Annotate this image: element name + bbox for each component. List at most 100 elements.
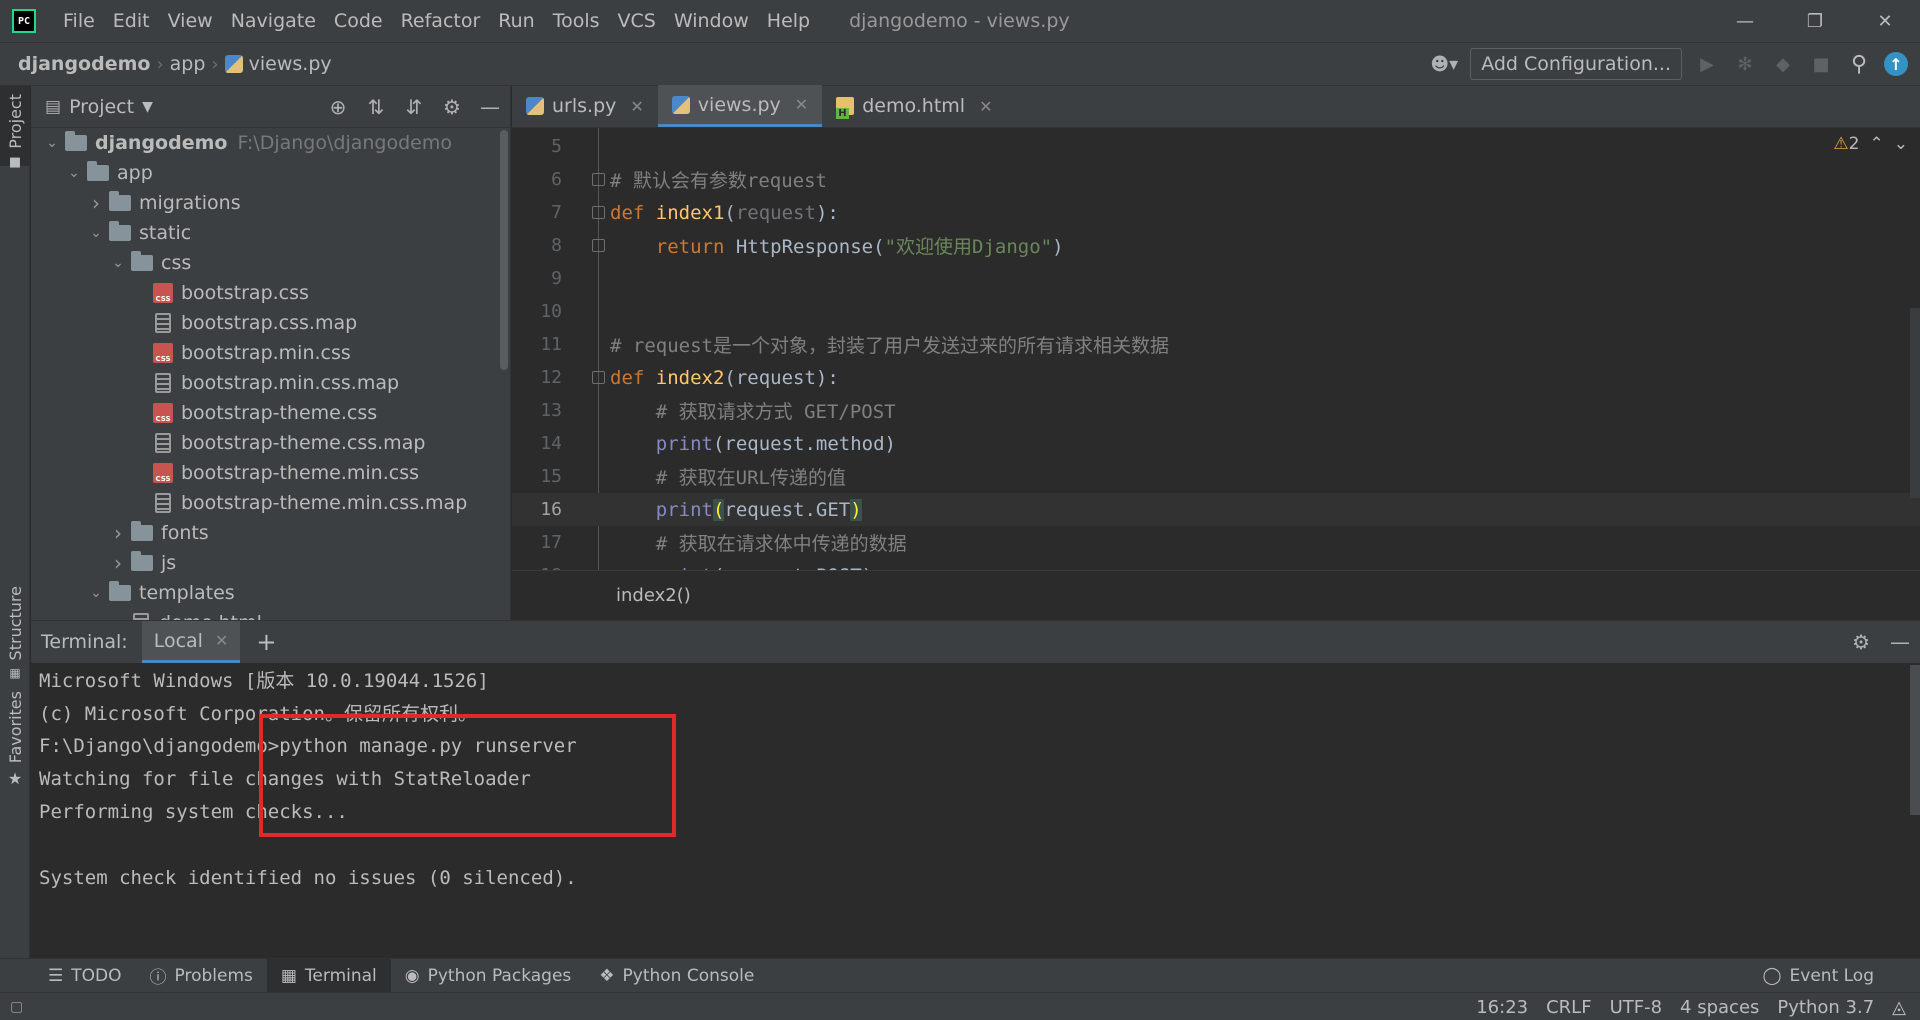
chevron-down-icon[interactable]: ▼	[142, 99, 153, 115]
close-tab-icon[interactable]: ✕	[979, 97, 992, 116]
tree-file[interactable]: bootstrap.css.map	[31, 308, 501, 338]
inspection-widget[interactable]: ⚠2 ⌃ ⌄	[1833, 134, 1908, 154]
hide-panel-icon[interactable]: —	[1890, 630, 1910, 654]
close-icon[interactable]: ✕	[1850, 0, 1920, 42]
chevron-up-icon[interactable]: ⌃	[1870, 134, 1884, 154]
chevron-down-icon[interactable]: ⌄	[61, 165, 87, 181]
tool-tab-project[interactable]: Project ■	[0, 86, 30, 170]
fold-marker-icon[interactable]	[592, 239, 605, 252]
breadcrumb-project[interactable]: djangodemo	[0, 53, 156, 75]
chevron-down-icon[interactable]: ⌄	[1894, 134, 1908, 154]
minimize-icon[interactable]: —	[1710, 0, 1780, 42]
tool-problems[interactable]: ⓘ Problems	[136, 959, 267, 993]
code-line[interactable]: 16 print(request.GET)	[512, 493, 1920, 526]
expand-all-icon[interactable]: ⇅	[364, 95, 388, 119]
tree-folder[interactable]: › migrations	[31, 188, 501, 218]
code-line[interactable]: 11 # request是一个对象，封装了用户发送过来的所有请求相关数据	[512, 328, 1920, 361]
tree-folder[interactable]: ⌄ app	[31, 158, 501, 188]
tree-folder[interactable]: ⌄ static	[31, 218, 501, 248]
code-line[interactable]: 12 def index2(request):	[512, 361, 1920, 394]
close-tab-icon[interactable]: ✕	[215, 631, 228, 650]
run-icon[interactable]: ▶	[1694, 51, 1720, 77]
menu-file[interactable]: File	[54, 10, 104, 32]
menu-view[interactable]: View	[159, 10, 222, 32]
tab-views-py[interactable]: views.py ✕	[657, 85, 823, 127]
tree-file[interactable]: bootstrap-theme.css.map	[31, 428, 501, 458]
locate-file-icon[interactable]: ⊕	[326, 95, 350, 119]
menu-vcs[interactable]: VCS	[609, 10, 665, 32]
code-line[interactable]: 6 # 默认会有参数request	[512, 163, 1920, 196]
line-separator[interactable]: CRLF	[1546, 997, 1591, 1018]
tool-tab-structure[interactable]: Structure ▦	[0, 586, 30, 686]
fold-marker-icon[interactable]	[592, 206, 605, 219]
tool-python-packages[interactable]: ◉ Python Packages	[391, 959, 586, 993]
breadcrumb-file[interactable]: views.py	[219, 53, 338, 75]
tree-folder[interactable]: ⌄ djangodemo F:\Django\djangodemo	[31, 128, 501, 158]
chevron-down-icon[interactable]: ⌄	[83, 225, 109, 241]
chevron-right-icon[interactable]: ›	[105, 521, 131, 545]
chevron-right-icon[interactable]: ›	[105, 551, 131, 575]
hide-panel-icon[interactable]: —	[478, 95, 502, 119]
code-line[interactable]: 9	[512, 262, 1920, 295]
tree-file[interactable]: bootstrap.min.css.map	[31, 368, 501, 398]
code-line[interactable]: 8 return HttpResponse("欢迎使用Django")	[512, 229, 1920, 262]
gear-icon[interactable]: ⚙	[1852, 630, 1870, 654]
project-tree-scrollbar[interactable]	[500, 130, 508, 370]
tree-file[interactable]: demo.html	[31, 608, 501, 620]
indent-setting[interactable]: 4 spaces	[1680, 997, 1759, 1018]
menu-navigate[interactable]: Navigate	[222, 10, 325, 32]
editor-breadcrumb-function[interactable]: index2()	[616, 585, 691, 606]
editor-scrollbar[interactable]	[1910, 308, 1920, 498]
tab-urls-py[interactable]: urls.py ✕	[512, 85, 658, 127]
code-line[interactable]: 10	[512, 295, 1920, 328]
breadcrumb-app[interactable]: app	[164, 53, 212, 75]
code-line[interactable]: 17 # 获取在请求体中传递的数据	[512, 526, 1920, 559]
menu-refactor[interactable]: Refactor	[392, 10, 490, 32]
tree-folder[interactable]: › fonts	[31, 518, 501, 548]
code-line[interactable]: 7 def index1(request):	[512, 196, 1920, 229]
tree-file[interactable]: bootstrap-theme.min.css.map	[31, 488, 501, 518]
code-line[interactable]: 18 print(request.POST)	[512, 559, 1920, 571]
tree-folder[interactable]: › js	[31, 548, 501, 578]
tree-file[interactable]: CSS bootstrap-theme.min.css	[31, 458, 501, 488]
lock-icon[interactable]: ◬	[1892, 997, 1906, 1018]
tool-todo[interactable]: ☰ TODO	[34, 959, 136, 993]
python-interpreter[interactable]: Python 3.7	[1777, 997, 1874, 1018]
terminal-scrollbar[interactable]	[1910, 665, 1920, 815]
collapse-all-icon[interactable]: ⇵	[402, 95, 426, 119]
close-tab-icon[interactable]: ✕	[795, 95, 808, 114]
gear-icon[interactable]: ⚙	[440, 95, 464, 119]
tab-demo-html[interactable]: demo.html ✕	[822, 85, 1006, 127]
update-icon[interactable]: ↑	[1884, 52, 1908, 76]
search-icon[interactable]: ⚲	[1846, 51, 1872, 77]
file-encoding[interactable]: UTF-8	[1610, 997, 1662, 1018]
code-line[interactable]: 13 # 获取请求方式 GET/POST	[512, 394, 1920, 427]
coverage-icon[interactable]: ◆	[1770, 51, 1796, 77]
event-log[interactable]: ◯ Event Log	[1763, 959, 1875, 993]
code-line[interactable]: 15 # 获取在URL传递的值	[512, 460, 1920, 493]
debug-icon[interactable]: ✻	[1732, 51, 1758, 77]
tree-file[interactable]: CSS bootstrap.css	[31, 278, 501, 308]
stop-icon[interactable]: ■	[1808, 51, 1834, 77]
menu-code[interactable]: Code	[325, 10, 392, 32]
new-terminal-icon[interactable]: +	[256, 628, 276, 656]
chevron-down-icon[interactable]: ⌄	[39, 135, 65, 151]
project-panel-title[interactable]: Project	[69, 96, 134, 118]
menu-edit[interactable]: Edit	[104, 10, 159, 32]
tree-file[interactable]: CSS bootstrap-theme.css	[31, 398, 501, 428]
toggle-tool-windows-icon[interactable]: ▢	[10, 999, 23, 1015]
menu-window[interactable]: Window	[665, 10, 758, 32]
chevron-down-icon[interactable]: ⌄	[83, 585, 109, 601]
chevron-down-icon[interactable]: ⌄	[105, 255, 131, 271]
tool-tab-favorites[interactable]: Favorites ★	[0, 691, 30, 791]
add-configuration-button[interactable]: Add Configuration...	[1470, 48, 1682, 80]
tool-terminal[interactable]: ▦ Terminal	[266, 958, 391, 993]
tree-folder[interactable]: ⌄ templates	[31, 578, 501, 608]
close-tab-icon[interactable]: ✕	[630, 97, 643, 116]
code-line[interactable]: 5	[512, 130, 1920, 163]
menu-tools[interactable]: Tools	[544, 10, 609, 32]
restore-icon[interactable]: ❐	[1780, 0, 1850, 42]
fold-marker-icon[interactable]	[592, 173, 605, 186]
tool-python-console[interactable]: ❖ Python Console	[585, 959, 768, 993]
tree-file[interactable]: CSS bootstrap.min.css	[31, 338, 501, 368]
